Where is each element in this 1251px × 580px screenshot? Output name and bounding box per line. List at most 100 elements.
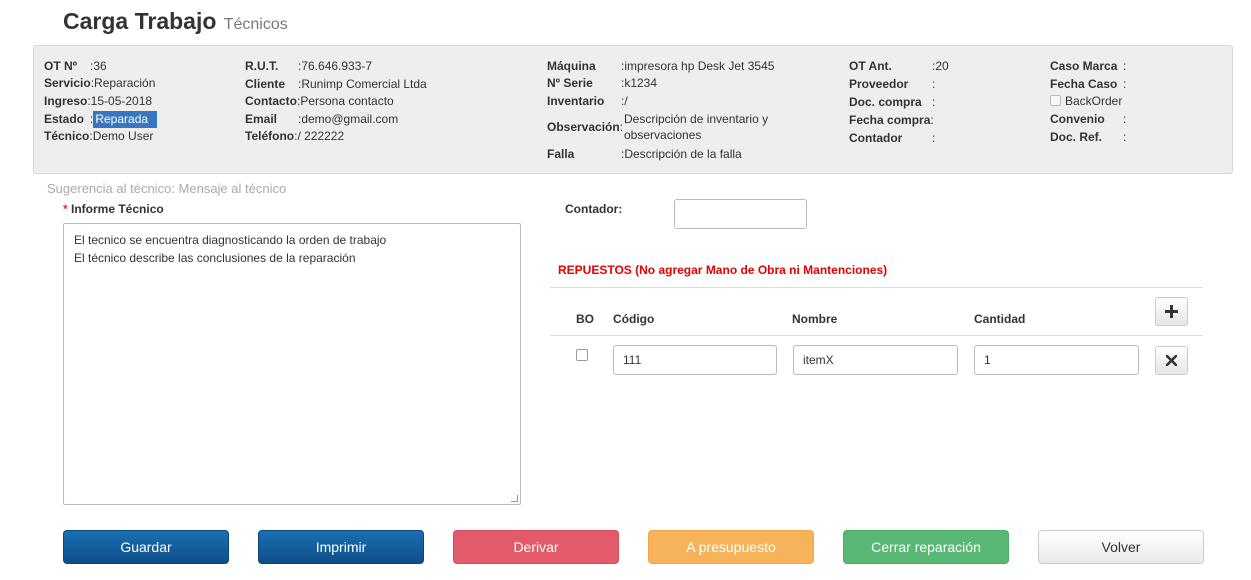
backorder-checkbox[interactable] (1050, 95, 1061, 106)
caso-marca-label: Caso Marca (1050, 59, 1118, 73)
report-line-2: El técnico describe las conclusiones de … (74, 251, 356, 265)
observacion-value-line1: Descripción de inventario y (624, 112, 769, 126)
fecha-compra-value: : (930, 113, 934, 127)
observacion-value-line2: observaciones (624, 128, 702, 142)
telefono-value: :/ 222222 (294, 129, 345, 143)
page-subtitle: Técnicos (223, 16, 288, 33)
field-estado: Estado: Reparada (44, 111, 158, 128)
page-title: Carga Trabajo Técnicos (63, 8, 288, 35)
report-label-text: Informe Técnico (71, 202, 164, 216)
cliente-value: :Runimp Comercial Ltda (298, 77, 427, 91)
parts-divider-top (550, 287, 1203, 288)
email-value: :demo@gmail.com (298, 112, 399, 126)
rut-value: :76.646.933-7 (298, 59, 373, 73)
add-part-button[interactable] (1155, 297, 1188, 326)
resize-handle-icon[interactable] (511, 495, 518, 502)
col-header-codigo: Código (613, 312, 655, 326)
report-label: * Informe Técnico (63, 202, 164, 216)
ot-no-label: OT Nº (44, 59, 78, 73)
convenio-label: Convenio (1050, 112, 1105, 126)
col-header-bo: BO (576, 312, 594, 326)
field-contador: Contador: (849, 130, 935, 147)
order-info-panel: OT Nº:36 Servicio:Reparación Ingreso:15-… (33, 45, 1233, 174)
inventario-value: :/ (621, 94, 628, 108)
col-header-nombre: Nombre (792, 312, 838, 326)
budget-button[interactable]: A presupuesto (648, 530, 814, 564)
contacto-label: Contacto (245, 94, 297, 108)
email-label: Email (245, 112, 278, 126)
ot-ant-label: OT Ant. (849, 59, 892, 73)
field-tecnico: Técnico:Demo User (44, 128, 153, 145)
doc-ref-value: : (1123, 130, 1127, 144)
ot-ant-value: :20 (932, 59, 949, 73)
falla-value: :Descripción de la falla (621, 147, 742, 161)
field-ot-no: OT Nº:36 (44, 58, 107, 75)
field-doc-ref: Doc. Ref.: (1050, 129, 1126, 146)
technician-hint: Sugerencia al técnico: Mensaje al técnic… (47, 181, 287, 196)
codigo-input[interactable]: 111 (613, 345, 777, 375)
servicio-label: Servicio (44, 76, 91, 90)
field-rut: R.U.T. :76.646.933-7 (245, 58, 372, 75)
falla-label: Falla (547, 147, 575, 161)
field-proveedor: Proveedor: (849, 76, 935, 93)
bo-checkbox[interactable] (576, 349, 588, 361)
convenio-value: : (1123, 112, 1127, 126)
col-header-cantidad: Cantidad (974, 312, 1026, 326)
observacion-label: Observación (547, 120, 620, 134)
remove-part-button[interactable] (1155, 346, 1188, 375)
page-title-main: Carga Trabajo (63, 8, 217, 34)
doc-ref-label: Doc. Ref. (1050, 130, 1103, 144)
report-textarea[interactable]: El tecnico se encuentra diagnosticando l… (63, 223, 521, 505)
ingreso-value: :15-05-2018 (87, 94, 153, 108)
field-ingreso: Ingreso:15-05-2018 (44, 93, 152, 110)
derive-button[interactable]: Derivar (453, 530, 619, 564)
field-ot-ant: OT Ant. :20 (849, 58, 949, 75)
serie-value: :k1234 (621, 76, 658, 90)
rut-label: R.U.T. (245, 59, 279, 73)
field-falla: Falla :Descripción de la falla (547, 146, 742, 163)
print-button[interactable]: Imprimir (258, 530, 424, 564)
contacto-value: :Persona contacto (297, 94, 394, 108)
proveedor-label: Proveedor (849, 77, 909, 91)
cliente-label: Cliente (245, 77, 286, 91)
field-cliente: Cliente :Runimp Comercial Ltda (245, 76, 427, 93)
doc-compra-label: Doc. compra (849, 95, 922, 109)
servicio-value: :Reparación (90, 76, 156, 90)
plus-icon (1165, 305, 1178, 318)
maquina-label: Máquina (547, 59, 596, 73)
field-contacto: Contacto:Persona contacto (245, 93, 394, 110)
tecnico-value: :Demo User (89, 129, 154, 143)
field-serie: Nº Serie :k1234 (547, 75, 657, 92)
nombre-input[interactable]: itemX (793, 345, 958, 375)
fecha-caso-label: Fecha Caso (1050, 77, 1118, 91)
counter-input[interactable] (674, 199, 807, 229)
tecnico-label: Técnico (44, 129, 90, 143)
report-line-1: El tecnico se encuentra diagnosticando l… (74, 233, 387, 247)
close-repair-button[interactable]: Cerrar reparación (843, 530, 1009, 564)
parts-divider-header (550, 335, 1203, 336)
field-backorder[interactable]: BackOrder (1050, 93, 1122, 110)
save-button[interactable]: Guardar (63, 530, 229, 564)
estado-label: Estado (44, 112, 85, 126)
fecha-caso-value: : (1123, 77, 1127, 91)
field-convenio: Convenio: (1050, 111, 1126, 128)
contador-value: : (932, 131, 936, 145)
required-mark: * (63, 202, 68, 216)
backorder-label: BackOrder (1065, 94, 1123, 108)
field-observacion: Observación: (547, 120, 624, 134)
contador-label: Contador (849, 131, 903, 145)
parts-title: REPUESTOS (No agregar Mano de Obra ni Ma… (558, 263, 888, 277)
caso-marca-value: : (1123, 59, 1127, 73)
telefono-label: Teléfono (245, 129, 295, 143)
close-icon (1166, 355, 1177, 366)
cantidad-input[interactable]: 1 (974, 345, 1139, 375)
maquina-value: :impresora hp Desk Jet 3545 (621, 59, 775, 73)
field-fecha-caso: Fecha Caso: (1050, 76, 1126, 93)
fecha-compra-label: Fecha compra (849, 113, 931, 127)
field-servicio: Servicio:Reparación (44, 75, 155, 92)
inventario-label: Inventario (547, 94, 605, 108)
serie-label: Nº Serie (547, 76, 593, 90)
field-fecha-compra: Fecha compra: (849, 112, 934, 129)
field-email: Email :demo@gmail.com (245, 111, 398, 128)
back-button[interactable]: Volver (1038, 530, 1204, 564)
